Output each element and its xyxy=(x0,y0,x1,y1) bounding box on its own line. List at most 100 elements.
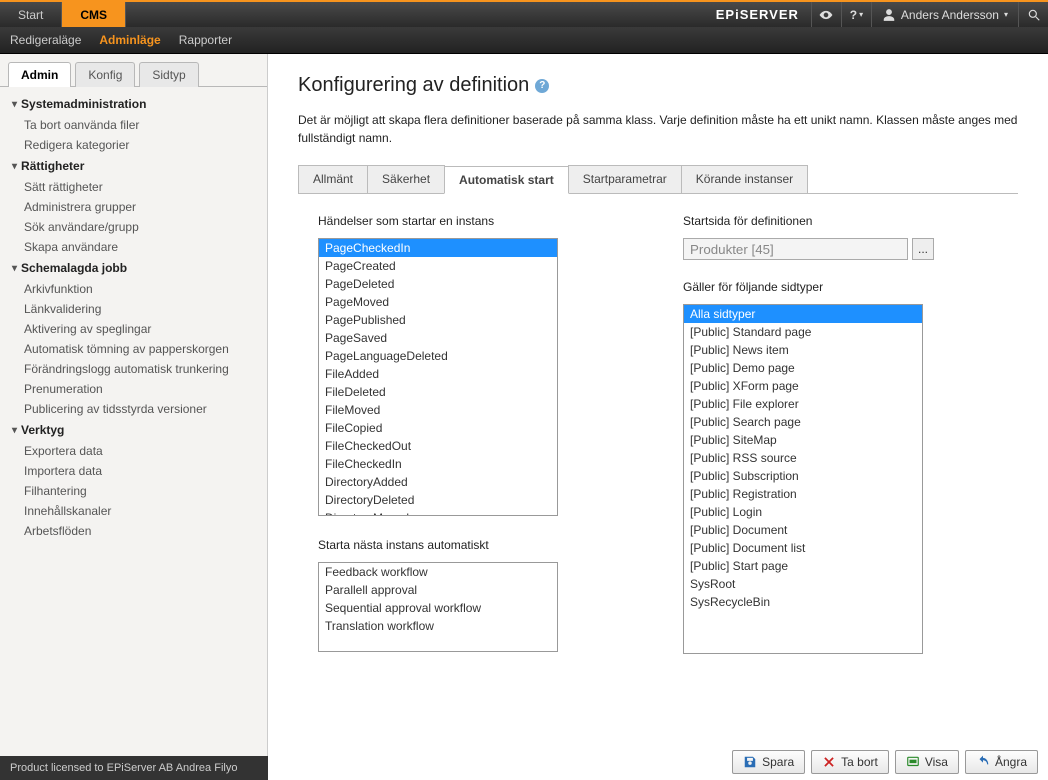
list-option[interactable]: DirectoryAdded xyxy=(319,473,557,491)
list-option[interactable]: FileCheckedOut xyxy=(319,437,557,455)
sidebar-item[interactable]: Skapa användare xyxy=(0,237,267,257)
mode-admin[interactable]: Adminläge xyxy=(99,33,160,47)
startpage-input[interactable] xyxy=(683,238,908,260)
sidebar-group-sysadmin-head[interactable]: Systemadministration xyxy=(0,93,267,115)
list-option[interactable]: Feedback workflow xyxy=(319,563,557,581)
list-option[interactable]: FileAdded xyxy=(319,365,557,383)
sidebar: Admin Konfig Sidtyp Systemadministration… xyxy=(0,54,268,780)
sidebar-item[interactable]: Exportera data xyxy=(0,441,267,461)
tab-start[interactable]: Start xyxy=(0,2,62,27)
list-option[interactable]: PageSaved xyxy=(319,329,557,347)
search-icon[interactable] xyxy=(1018,2,1048,27)
list-option[interactable]: [Public] XForm page xyxy=(684,377,922,395)
list-option[interactable]: [Public] Standard page xyxy=(684,323,922,341)
list-option[interactable]: PageDeleted xyxy=(319,275,557,293)
undo-button[interactable]: Ångra xyxy=(965,750,1038,774)
license-footer: Product licensed to EPiServer AB Andrea … xyxy=(0,756,268,780)
person-icon xyxy=(882,8,896,22)
sidebar-item[interactable]: Sök användare/grupp xyxy=(0,217,267,237)
sidebar-item[interactable]: Automatisk tömning av papperskorgen xyxy=(0,339,267,359)
list-option[interactable]: PageLanguageDeleted xyxy=(319,347,557,365)
list-option[interactable]: Parallell approval xyxy=(319,581,557,599)
list-option[interactable]: FileCheckedIn xyxy=(319,455,557,473)
list-option[interactable]: FileDeleted xyxy=(319,383,557,401)
sidebar-item[interactable]: Innehållskanaler xyxy=(0,501,267,521)
help-icon[interactable]: ?▾ xyxy=(841,2,871,27)
side-tab-admin[interactable]: Admin xyxy=(8,62,71,87)
sidebar-group-rights-head[interactable]: Rättigheter xyxy=(0,155,267,177)
show-button[interactable]: Visa xyxy=(895,750,959,774)
top-bar: Start CMS EPiSERVER ?▾ Anders Andersson … xyxy=(0,0,1048,27)
sidebar-item[interactable]: Aktivering av speglingar xyxy=(0,319,267,339)
next-instance-listbox[interactable]: Feedback workflowParallell approvalSeque… xyxy=(318,562,558,652)
sidebar-item[interactable]: Sätt rättigheter xyxy=(0,177,267,197)
mode-edit[interactable]: Redigeraläge xyxy=(10,33,81,47)
user-menu[interactable]: Anders Andersson ▾ xyxy=(871,2,1018,27)
tab-cms[interactable]: CMS xyxy=(62,2,126,27)
inner-tabs: Allmänt Säkerhet Automatisk start Startp… xyxy=(298,165,1018,194)
list-option[interactable]: FileMoved xyxy=(319,401,557,419)
side-tab-config[interactable]: Konfig xyxy=(75,62,135,87)
sidebar-group-tools-head[interactable]: Verktyg xyxy=(0,419,267,441)
show-icon xyxy=(906,755,920,769)
delete-button[interactable]: Ta bort xyxy=(811,750,889,774)
sidebar-item[interactable]: Redigera kategorier xyxy=(0,135,267,155)
list-option[interactable]: [Public] Document list xyxy=(684,539,922,557)
user-name: Anders Andersson xyxy=(901,8,999,22)
tab-security[interactable]: Säkerhet xyxy=(367,165,445,193)
sidebar-item[interactable]: Importera data xyxy=(0,461,267,481)
sidebar-item[interactable]: Publicering av tidsstyrda versioner xyxy=(0,399,267,419)
sidebar-item[interactable]: Ta bort oanvända filer xyxy=(0,115,267,135)
list-option[interactable]: [Public] Search page xyxy=(684,413,922,431)
logo: EPiSERVER xyxy=(704,2,811,27)
list-option[interactable]: [Public] Subscription xyxy=(684,467,922,485)
sidebar-item[interactable]: Länkvalidering xyxy=(0,299,267,319)
list-option[interactable]: [Public] RSS source xyxy=(684,449,922,467)
list-option[interactable]: PagePublished xyxy=(319,311,557,329)
list-option[interactable]: [Public] File explorer xyxy=(684,395,922,413)
sidebar-item[interactable]: Filhantering xyxy=(0,481,267,501)
list-option[interactable]: Alla sidtyper xyxy=(684,305,922,323)
events-label: Händelser som startar en instans xyxy=(318,214,633,228)
sidebar-item[interactable]: Administrera grupper xyxy=(0,197,267,217)
delete-icon xyxy=(822,755,836,769)
preview-icon[interactable] xyxy=(811,2,841,27)
list-option[interactable]: PageCheckedIn xyxy=(319,239,557,257)
sidebar-group-scheduled-head[interactable]: Schemalagda jobb xyxy=(0,257,267,279)
list-option[interactable]: [Public] News item xyxy=(684,341,922,359)
list-option[interactable]: [Public] SiteMap xyxy=(684,431,922,449)
help-dot-icon[interactable]: ? xyxy=(535,79,549,93)
side-tab-pagetype[interactable]: Sidtyp xyxy=(139,62,198,87)
list-option[interactable]: FileCopied xyxy=(319,419,557,437)
sidebar-item[interactable]: Arkivfunktion xyxy=(0,279,267,299)
mode-reports[interactable]: Rapporter xyxy=(179,33,232,47)
sidebar-item[interactable]: Arbetsflöden xyxy=(0,521,267,541)
list-option[interactable]: [Public] Start page xyxy=(684,557,922,575)
list-option[interactable]: [Public] Login xyxy=(684,503,922,521)
tab-running[interactable]: Körande instanser xyxy=(681,165,808,193)
list-option[interactable]: Sequential approval workflow xyxy=(319,599,557,617)
list-option[interactable]: PageMoved xyxy=(319,293,557,311)
list-option[interactable]: Translation workflow xyxy=(319,617,557,635)
tab-general[interactable]: Allmänt xyxy=(298,165,368,193)
list-option[interactable]: SysRoot xyxy=(684,575,922,593)
pagetypes-listbox[interactable]: Alla sidtyper[Public] Standard page[Publ… xyxy=(683,304,923,654)
save-button[interactable]: Spara xyxy=(732,750,805,774)
list-option[interactable]: [Public] Document xyxy=(684,521,922,539)
browse-button[interactable]: ... xyxy=(912,238,934,260)
list-option[interactable]: DirectoryDeleted xyxy=(319,491,557,509)
tab-autostart[interactable]: Automatisk start xyxy=(444,166,569,194)
content: Konfigurering av definition ? Det är möj… xyxy=(268,54,1048,780)
sidebar-item[interactable]: Prenumeration xyxy=(0,379,267,399)
list-option[interactable]: [Public] Registration xyxy=(684,485,922,503)
pagetypes-label: Gäller för följande sidtyper xyxy=(683,280,998,294)
tab-startparams[interactable]: Startparametrar xyxy=(568,165,682,193)
events-listbox[interactable]: PageCheckedInPageCreatedPageDeletedPageM… xyxy=(318,238,558,516)
list-option[interactable]: DirectoryMoved xyxy=(319,509,557,516)
list-option[interactable]: SysRecycleBin xyxy=(684,593,922,611)
list-option[interactable]: [Public] Demo page xyxy=(684,359,922,377)
list-option[interactable]: PageCreated xyxy=(319,257,557,275)
undo-icon xyxy=(976,755,990,769)
action-bar: Spara Ta bort Visa Ångra xyxy=(732,750,1038,774)
sidebar-item[interactable]: Förändringslogg automatisk trunkering xyxy=(0,359,267,379)
